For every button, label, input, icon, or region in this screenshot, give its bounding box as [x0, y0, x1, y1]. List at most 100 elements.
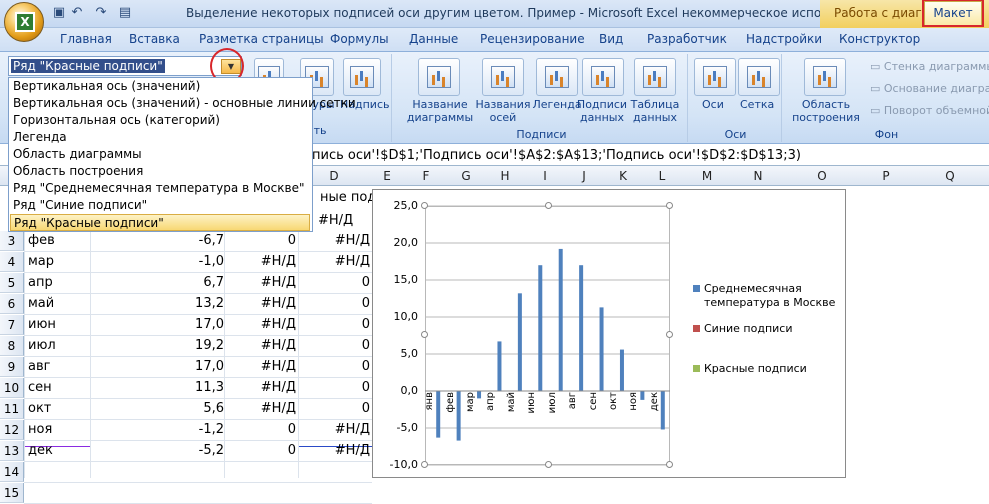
dropdown-item[interactable]: Область диаграммы: [13, 146, 142, 163]
cell-a[interactable]: авг: [28, 357, 50, 377]
cell-c[interactable]: #Н/Д: [240, 399, 296, 419]
cell-a[interactable]: ноя: [28, 420, 52, 440]
dropdown-item[interactable]: Вертикальная ось (значений): [13, 78, 200, 95]
cell-d[interactable]: 0: [300, 336, 370, 356]
row-header[interactable]: 15: [0, 483, 24, 503]
legend-entry[interactable]: Красные подписи: [704, 362, 840, 376]
cell-b[interactable]: -1,0: [190, 252, 224, 272]
cell-c[interactable]: 0: [240, 231, 296, 251]
dropdown-item[interactable]: Ряд "Синие подписи": [13, 197, 147, 214]
cell-b[interactable]: 13,2: [190, 294, 224, 314]
chart-element-selector[interactable]: Ряд "Красные подписи" ▼: [8, 56, 242, 76]
dropdown-item[interactable]: Область построения: [13, 163, 143, 180]
legend-button[interactable]: [536, 58, 578, 96]
column-header[interactable]: G: [456, 169, 476, 183]
cell-c[interactable]: #Н/Д: [240, 336, 296, 356]
tab-page-layout[interactable]: Разметка страницы: [199, 32, 324, 46]
tab-insert[interactable]: Вставка: [129, 32, 180, 46]
resize-handle[interactable]: [421, 461, 428, 468]
column-header[interactable]: D: [324, 169, 344, 183]
row-header[interactable]: 8: [0, 336, 24, 356]
cell-c[interactable]: 0: [240, 441, 296, 461]
dropdown-item[interactable]: Ряд "Среднемесячная температура в Москве…: [13, 180, 304, 197]
3d-rotation-button[interactable]: ▭ Поворот объемной: [870, 104, 989, 117]
cell-c[interactable]: #Н/Д: [240, 357, 296, 377]
cell-d[interactable]: #Н/Д: [300, 252, 370, 272]
cell-b[interactable]: -6,7: [190, 231, 224, 251]
cell-b[interactable]: 11,3: [190, 378, 224, 398]
row-header[interactable]: 4: [0, 252, 24, 272]
cell-a[interactable]: апр: [28, 273, 53, 293]
cell-d[interactable]: 0: [300, 357, 370, 377]
column-header[interactable]: H: [495, 169, 515, 183]
tab-design[interactable]: Конструктор: [839, 32, 920, 46]
cell-b[interactable]: -1,2: [190, 420, 224, 440]
legend-entry[interactable]: Среднемесячная температура в Москве: [704, 282, 840, 310]
column-header[interactable]: K: [613, 169, 633, 183]
column-header[interactable]: L: [652, 169, 672, 183]
axis-titles-button[interactable]: [482, 58, 524, 96]
plot-area-button[interactable]: [804, 58, 846, 96]
column-header[interactable]: J: [574, 169, 594, 183]
cell-d[interactable]: 0: [300, 294, 370, 314]
cell-b[interactable]: 6,7: [190, 273, 224, 293]
cell-a[interactable]: май: [28, 294, 54, 314]
tab-home[interactable]: Главная: [60, 32, 112, 46]
cell-b[interactable]: 17,0: [190, 315, 224, 335]
axes-button[interactable]: [694, 58, 736, 96]
resize-handle[interactable]: [666, 331, 673, 338]
dropdown-item-selected[interactable]: Ряд "Красные подписи": [10, 214, 310, 231]
cell-d[interactable]: 0: [300, 315, 370, 335]
column-header[interactable]: M: [697, 169, 717, 183]
cell-c[interactable]: #Н/Д: [240, 315, 296, 335]
redo-icon[interactable]: ↷: [92, 5, 110, 21]
cell-c[interactable]: 0: [240, 420, 296, 440]
cell-c[interactable]: #Н/Д: [240, 273, 296, 293]
cell-d2[interactable]: #Н/Д: [318, 211, 353, 231]
cell-a[interactable]: окт: [28, 399, 51, 419]
textbox-button[interactable]: [343, 58, 381, 96]
cell-a[interactable]: мар: [28, 252, 54, 272]
cell-b[interactable]: -5,2: [190, 441, 224, 461]
cell-c[interactable]: #Н/Д: [240, 252, 296, 272]
cell-d[interactable]: #Н/Д: [300, 441, 370, 461]
column-header[interactable]: I: [535, 169, 555, 183]
resize-handle[interactable]: [666, 202, 673, 209]
resize-handle[interactable]: [545, 202, 552, 209]
dropdown-item[interactable]: Вертикальная ось (значений) - основные л…: [13, 95, 356, 112]
tab-developer[interactable]: Разработчик: [647, 32, 727, 46]
office-button[interactable]: X: [4, 2, 44, 42]
cell-c[interactable]: #Н/Д: [240, 294, 296, 314]
row-header[interactable]: 7: [0, 315, 24, 335]
cell-a[interactable]: сен: [28, 378, 52, 398]
row-header[interactable]: 3: [0, 231, 24, 251]
tab-view[interactable]: Вид: [599, 32, 623, 46]
cell-d[interactable]: #Н/Д: [300, 420, 370, 440]
resize-handle[interactable]: [421, 331, 428, 338]
cell-b[interactable]: 5,6: [190, 399, 224, 419]
data-table-button[interactable]: [634, 58, 676, 96]
cell-a[interactable]: июн: [28, 315, 56, 335]
save-icon[interactable]: ▣: [50, 5, 68, 21]
cell-a[interactable]: фев: [28, 231, 55, 251]
dropdown-item[interactable]: Легенда: [13, 129, 67, 146]
legend-entry[interactable]: Синие подписи: [704, 322, 840, 336]
chart-floor-button[interactable]: ▭ Основание диаграм: [870, 82, 989, 95]
column-header[interactable]: N: [748, 169, 768, 183]
plot-area[interactable]: [425, 206, 670, 465]
column-header[interactable]: P: [876, 169, 896, 183]
quick-access-icon[interactable]: ▤: [116, 5, 134, 21]
row-header[interactable]: 13: [0, 441, 24, 461]
column-header[interactable]: E: [377, 169, 397, 183]
cell-d1[interactable]: ные подпи: [320, 188, 372, 208]
tab-formulas[interactable]: Формулы: [330, 32, 389, 46]
cell-c[interactable]: #Н/Д: [240, 378, 296, 398]
data-labels-button[interactable]: [582, 58, 624, 96]
cell-d[interactable]: #Н/Д: [300, 231, 370, 251]
tab-addins[interactable]: Надстройки: [746, 32, 822, 46]
row-header[interactable]: 9: [0, 357, 24, 377]
row-header[interactable]: 11: [0, 399, 24, 419]
resize-handle[interactable]: [421, 202, 428, 209]
tab-data[interactable]: Данные: [409, 32, 458, 46]
tab-review[interactable]: Рецензирование: [480, 32, 585, 46]
